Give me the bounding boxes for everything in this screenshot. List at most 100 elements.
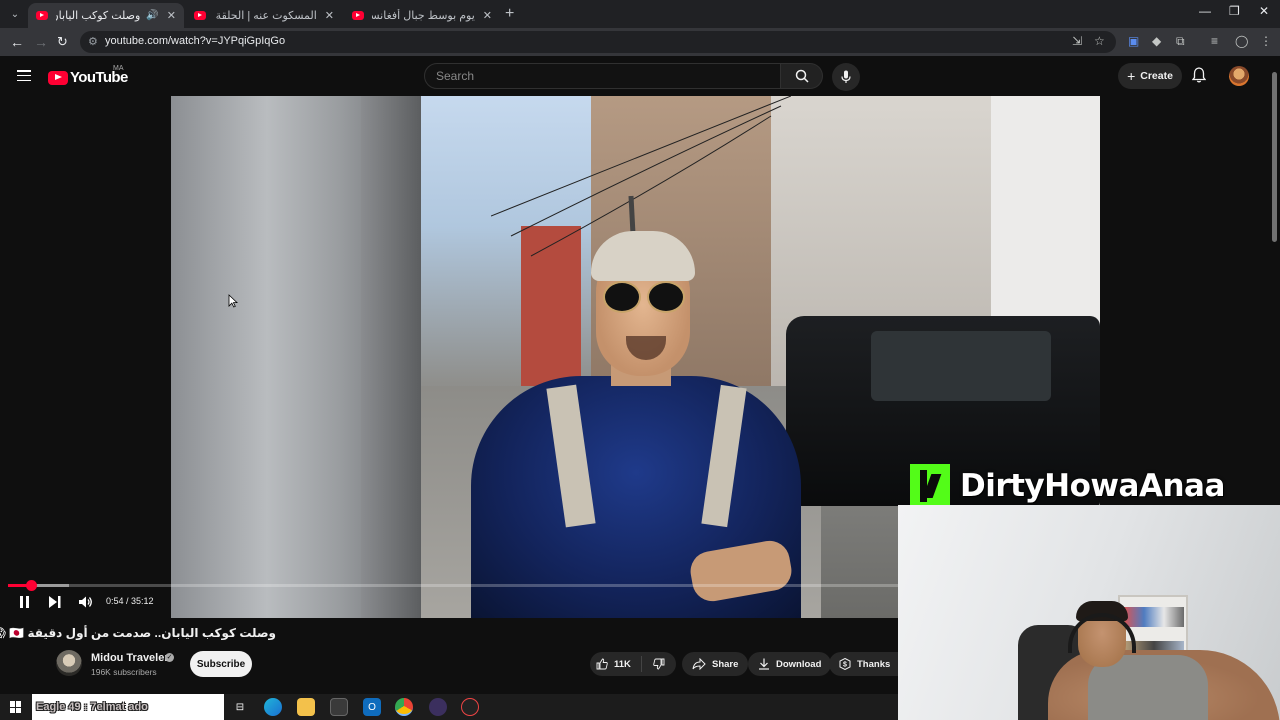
voice-search-button[interactable] (832, 63, 860, 91)
task-view-icon[interactable]: ⊟ (231, 698, 249, 716)
volume-button[interactable] (78, 594, 94, 610)
download-icon (759, 658, 769, 670)
like-count: 11K (614, 658, 631, 670)
kick-logo-icon (910, 464, 950, 508)
tab-maskout-anhu[interactable]: المسكوت عنه | الحلقة 6: من أين... ✕ (186, 3, 342, 28)
youtube-header: YouTube MA + Create (0, 56, 1280, 96)
bookmark-star-icon[interactable]: ☆ (1094, 34, 1105, 48)
subscriber-count: 196K subscribers (91, 667, 157, 677)
channel-avatar[interactable] (56, 650, 82, 676)
edge-icon[interactable] (264, 698, 282, 716)
video-frame-car-window (871, 331, 1051, 401)
close-tab-icon[interactable]: ✕ (167, 9, 176, 22)
tab-afghanistan[interactable]: يوم بوسط جبال أفغانستان - YouTube ✕ (344, 3, 500, 28)
like-dislike-group: 11K (590, 652, 676, 676)
store-icon[interactable] (330, 698, 348, 716)
svg-text:$: $ (843, 662, 847, 669)
scrollbar-thumb[interactable] (1272, 72, 1277, 242)
progress-bar[interactable] (8, 580, 898, 591)
create-label: Create (1140, 70, 1173, 82)
pause-icon (19, 596, 29, 608)
windows-taskbar: Eagle 49 : 7elmat ado ⊟ O (0, 694, 898, 720)
browser-toolbar: ← → ↻ ⚙ youtube.com/watch?v=JYPqiGpIqGo … (0, 28, 1280, 56)
back-icon[interactable]: ← (10, 34, 24, 50)
restore-icon[interactable]: ❐ (1229, 4, 1240, 18)
file-explorer-icon[interactable] (297, 698, 315, 716)
windows-start-icon[interactable] (10, 701, 22, 713)
url-text[interactable]: youtube.com/watch?v=JYPqiGpIqGo (105, 35, 285, 47)
channel-name[interactable]: Midou Traveler (91, 652, 169, 664)
scrubber-handle[interactable] (25, 580, 37, 591)
reload-icon[interactable]: ↻ (57, 34, 68, 50)
youtube-play-icon (48, 70, 68, 85)
obs-icon[interactable] (429, 698, 447, 716)
page-scrollbar[interactable] (1270, 62, 1278, 502)
super-thanks-icon: $ (839, 658, 851, 670)
profile-icon[interactable]: ◯ (1235, 34, 1248, 48)
guide-menu-icon[interactable] (17, 70, 31, 82)
game-icon[interactable] (461, 698, 479, 716)
download-label: Download (776, 658, 822, 670)
audio-playing-icon[interactable]: 🔊 (146, 10, 158, 21)
close-tab-icon[interactable]: ✕ (325, 9, 334, 22)
mouse-cursor-icon (228, 294, 238, 308)
video-title: وصلت كوكب اليابان.. صدمت من أول دقيقة 🇯🇵… (0, 626, 276, 640)
tab-title: المسكوت عنه | الحلقة 6: من أين... (214, 10, 317, 22)
search-button[interactable] (781, 63, 823, 89)
tab-youtube-japan[interactable]: وصلت كوكب اليابان ..صدمت 🔊 ✕ (28, 3, 184, 28)
new-tab-button[interactable]: + (505, 5, 514, 23)
thumbs-down-icon (653, 658, 665, 670)
taskbar-search-text: Eagle 49 : 7elmat ado (36, 701, 148, 713)
tab-search-icon[interactable]: ⌄ (6, 5, 24, 23)
download-button[interactable]: Download (748, 652, 832, 676)
outlook-icon[interactable]: O (363, 698, 381, 716)
notifications-bell-icon[interactable] (1191, 67, 1207, 88)
search-input[interactable] (425, 64, 780, 88)
thanks-label: Thanks (857, 658, 891, 670)
video-frame-sunglasses (603, 281, 641, 313)
volume-icon (79, 596, 92, 608)
tab-title: يوم بوسط جبال أفغانستان - YouTube (372, 10, 475, 22)
youtube-favicon-icon (194, 11, 206, 20)
site-info-icon[interactable]: ⚙ (88, 35, 98, 48)
install-app-icon[interactable]: ⇲ (1072, 34, 1082, 48)
skip-next-icon (49, 596, 61, 608)
video-frame-sunglasses (647, 281, 685, 313)
close-window-icon[interactable]: ✕ (1259, 4, 1269, 18)
pause-button[interactable] (16, 594, 32, 610)
browser-tab-strip: ⌄ وصلت كوكب اليابان ..صدمت 🔊 ✕ المسكوت ع… (0, 0, 1280, 28)
share-arrow-icon (692, 658, 706, 670)
account-avatar[interactable] (1229, 66, 1249, 86)
forward-icon[interactable]: → (34, 34, 48, 50)
like-button[interactable]: 11K (590, 656, 642, 672)
chrome-icon[interactable] (395, 698, 413, 716)
webcam-overlay (898, 505, 1280, 720)
more-menu-icon[interactable]: ⋮ (1260, 34, 1272, 48)
youtube-favicon-icon (36, 11, 48, 20)
subscribe-button[interactable]: Subscribe (190, 651, 252, 677)
address-bar[interactable]: ⚙ youtube.com/watch?v=JYPqiGpIqGo (80, 31, 1116, 53)
minimize-icon[interactable]: — (1199, 4, 1211, 18)
reading-list-icon[interactable]: ≡ (1211, 34, 1218, 48)
country-code: MA (113, 65, 124, 72)
video-frame-wall (361, 96, 421, 618)
share-button[interactable]: Share (682, 652, 749, 676)
translate-extension-icon[interactable]: ▣ (1128, 34, 1139, 48)
next-button[interactable] (47, 594, 63, 610)
dislike-button[interactable] (642, 658, 676, 670)
thumbs-up-icon (596, 658, 608, 670)
search-icon (795, 69, 809, 83)
verified-check-icon: ✓ (165, 653, 174, 662)
streamer-name: DirtyHowaAnaa (960, 468, 1225, 504)
search-box[interactable] (424, 63, 781, 89)
create-button[interactable]: + Create (1118, 63, 1182, 89)
share-label: Share (712, 658, 739, 670)
youtube-logo[interactable]: YouTube MA (48, 65, 128, 86)
taskbar-search-box[interactable]: Eagle 49 : 7elmat ado (32, 694, 224, 720)
thanks-button[interactable]: $ Thanks (829, 652, 909, 676)
time-display: 0:54 / 35:12 (106, 596, 154, 606)
extensions-puzzle-icon[interactable]: ⧉ (1176, 34, 1185, 49)
youtube-favicon-icon (352, 11, 364, 20)
extension-diamond-icon[interactable]: ◆ (1152, 34, 1161, 48)
close-tab-icon[interactable]: ✕ (483, 9, 492, 22)
